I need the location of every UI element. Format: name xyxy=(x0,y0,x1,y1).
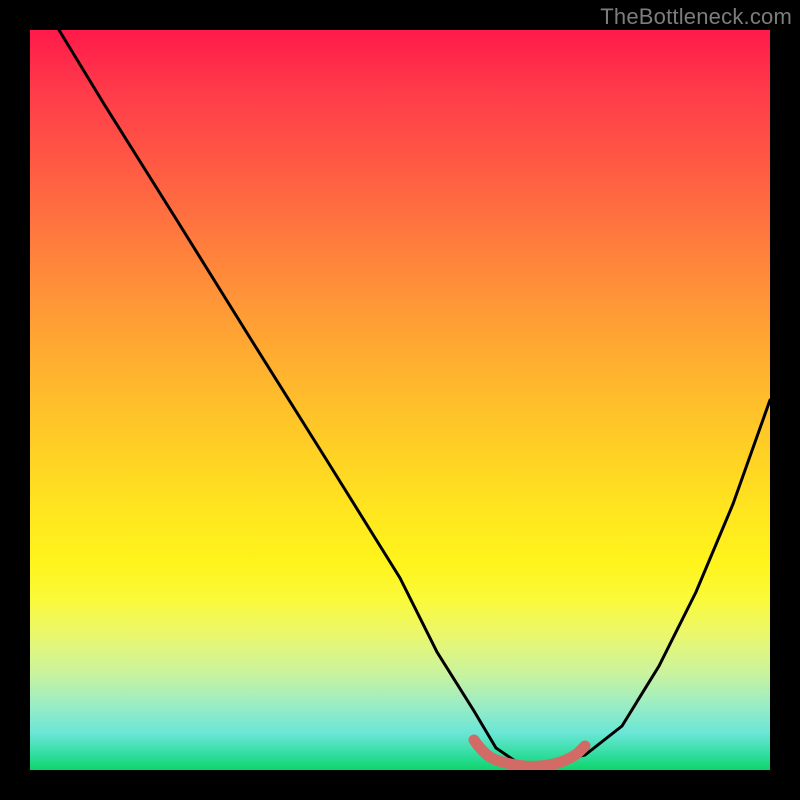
bottleneck-curve-line xyxy=(59,30,770,763)
attribution-text: TheBottleneck.com xyxy=(600,4,792,30)
plot-area xyxy=(30,30,770,770)
chart-overlay xyxy=(30,30,770,770)
optimal-range-marker xyxy=(474,740,585,766)
chart-frame: TheBottleneck.com xyxy=(0,0,800,800)
